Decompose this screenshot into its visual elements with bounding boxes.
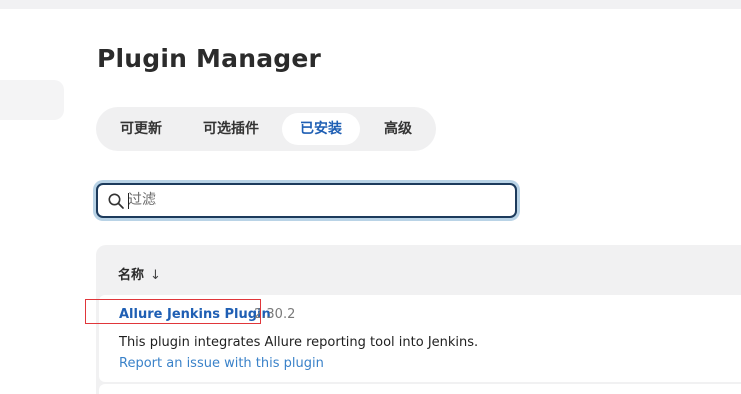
plugin-table: 名称 ↓ Allure Jenkins Plugin 2.30.2 This pl… [96, 245, 741, 394]
tab-available[interactable]: 可选插件 [192, 113, 270, 145]
page-title: Plugin Manager [97, 44, 322, 73]
column-header-name[interactable]: 名称 ↓ [118, 264, 161, 283]
search-icon [108, 193, 124, 209]
tab-installed[interactable]: 已安装 [282, 113, 360, 145]
sort-down-icon: ↓ [150, 268, 161, 283]
search-box[interactable] [96, 183, 517, 218]
tab-bar: 可更新 可选插件 已安装 高级 [96, 107, 436, 151]
search-focus-ring [93, 180, 520, 221]
sidebar-item[interactable] [0, 80, 64, 120]
tab-advanced[interactable]: 高级 [370, 113, 426, 145]
text-cursor [128, 193, 129, 209]
search-input[interactable] [128, 188, 498, 212]
report-issue-link[interactable]: Report an issue with this plugin [119, 356, 324, 371]
top-bar [0, 0, 741, 9]
column-header-label: 名称 [118, 268, 145, 283]
tab-updates[interactable]: 可更新 [108, 113, 174, 145]
plugin-name-link[interactable]: Allure Jenkins Plugin [119, 307, 271, 322]
plugin-version: 2.30.2 [254, 307, 296, 322]
table-row [99, 384, 741, 394]
table-row: Allure Jenkins Plugin 2.30.2 This plugin… [99, 295, 741, 382]
plugin-description: This plugin integrates Allure reporting … [119, 335, 479, 350]
